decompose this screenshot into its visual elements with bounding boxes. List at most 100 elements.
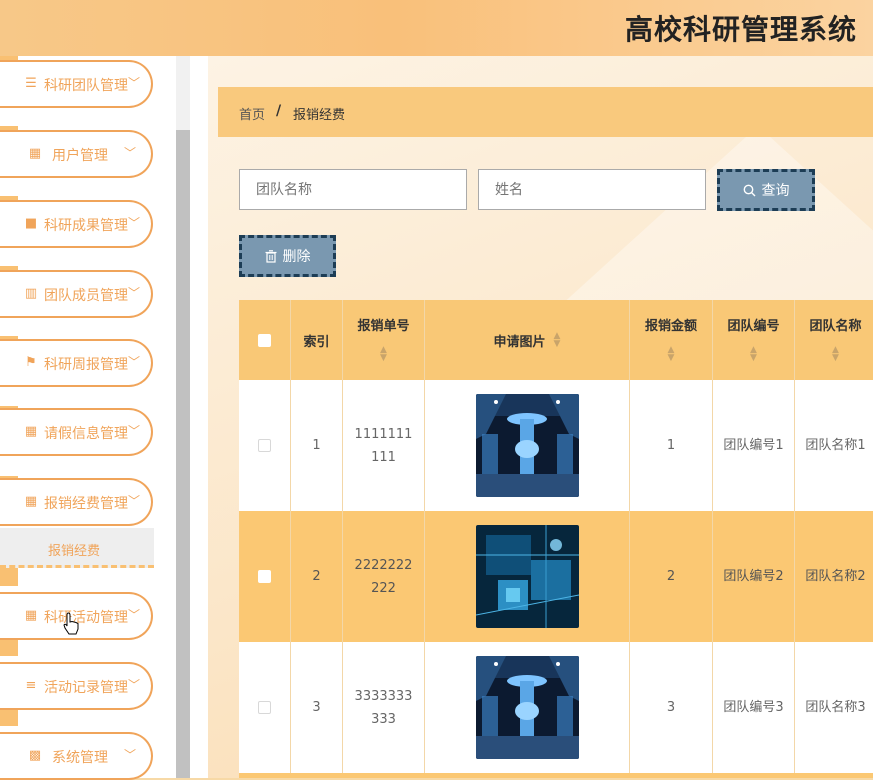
team-name-value: 团队名称3 [805,700,866,715]
sidebar-scrollbar-thumb[interactable] [176,130,190,778]
sidebar-item-weekly-report-management[interactable]: ⚑ 科研周报管理 ﹀ [0,339,153,387]
application-image[interactable] [475,656,579,759]
team-no-value: 团队编号3 [723,700,784,715]
sidebar-item-label: 科研成果管理 [44,218,128,234]
sidebar-item-label: 请假信息管理 [44,426,128,442]
number-cell: 1111111111 [343,380,425,511]
sidebar-item-reimbursement-management[interactable]: ▦ 报销经费管理 ﹀ [0,478,153,526]
sliders-icon: ☰ [25,76,37,91]
number-value: 3333333333 [354,688,413,727]
sidebar-item-user-management[interactable]: ▦ 用户管理 ﹀ [0,130,153,178]
select-all-checkbox[interactable] [258,333,271,347]
grid-icon: ▦ [24,424,38,439]
amount-cell: 3 [630,642,713,773]
sort-icon: ▲ ▼ [750,345,757,363]
chevron-down-icon: ﹀ [128,424,141,438]
row-select-cell [239,642,291,773]
sidebar-item-label: 科研团队管理 [44,78,128,94]
sidebar-item-label: 科研活动管理 [44,610,128,626]
sidebar-subitem-label: 报销经费 [48,544,101,559]
column-header-label: 报销单号 [357,319,410,334]
delete-button[interactable]: 删除 [239,235,336,277]
row-select-cell [239,380,291,511]
application-image[interactable] [475,394,579,497]
team-no-cell: 团队编号3 [713,642,795,773]
search-button-label: 查询 [761,183,790,199]
sort-icon: ▲ ▼ [380,345,387,363]
chevron-down-icon: ﹀ [128,76,141,90]
search-button[interactable]: 查询 [717,169,815,211]
column-header-team-name[interactable]: 团队名称 ▲ ▼ [795,300,873,380]
team-name-cell: 团队名称3 [795,642,873,773]
number-value: 2222222222 [354,557,413,596]
team-no-cell: 团队编号2 [713,511,795,642]
column-header-label: 申请图片 [493,334,546,350]
sidebar-item-system-management[interactable]: ▩ 系统管理 ﹀ [0,732,153,780]
index-cell: 1 [291,380,343,511]
column-header-label: 团队编号 [727,319,780,334]
number-cell: 2222222222 [343,511,425,642]
table-row-partial [239,773,873,778]
column-header-label: 报销金额 [644,319,697,334]
column-header-team-no[interactable]: 团队编号 ▲ ▼ [713,300,795,380]
sidebar-item-label: 科研周报管理 [44,357,128,373]
apps-icon: ▩ [28,748,42,763]
sidebar-item-label: 活动记录管理 [44,680,128,696]
sidebar-subitem-reimbursement[interactable]: 报销经费 [0,528,154,568]
sort-icon: ▲ ▼ [553,331,561,349]
sidebar-item-label: 系统管理 [52,750,108,766]
sidebar-item-member-management[interactable]: ▥ 团队成员管理 ﹀ [0,270,153,318]
chevron-down-icon: ﹀ [124,146,137,160]
row-select-cell [239,511,291,642]
chevron-down-icon: ﹀ [124,748,137,762]
chevron-down-icon: ﹀ [128,494,141,508]
number-cell: 3333333333 [343,642,425,773]
sidebar-item-achievement-management[interactable]: ■ 科研成果管理 ﹀ [0,200,153,248]
select-all-cell [239,300,291,380]
flag-icon: ⚑ [25,355,37,370]
amount-cell: 1 [630,380,713,511]
sidebar-item-label: 报销经费管理 [44,496,128,512]
breadcrumb-current: 报销经费 [293,108,346,123]
sidebar-item-team-management[interactable]: ☰ 科研团队管理 ﹀ [0,60,153,108]
sidebar-item-leave-management[interactable]: ▦ 请假信息管理 ﹀ [0,408,153,456]
team-name-value: 团队名称2 [805,569,866,584]
chevron-down-icon: ﹀ [128,216,141,230]
column-header-index: 索引 [291,300,343,380]
row-checkbox[interactable] [258,570,271,583]
column-header-amount[interactable]: 报销金额 ▲ ▼ [630,300,713,380]
image-cell [425,642,630,773]
team-name-cell: 团队名称1 [795,380,873,511]
reimbursement-table: 索引 报销单号 ▲ ▼ 申请图片 ▲ ▼ 报销金额 ▲ ▼ 团队编号 ▲ ▼ 团队名称 … [239,300,873,778]
amount-cell: 2 [630,511,713,642]
grid-icon: ▦ [28,146,42,161]
team-name-search-input[interactable] [239,169,467,210]
application-image[interactable] [475,525,579,628]
sort-icon: ▲ ▼ [667,345,675,363]
briefcase-icon: ■ [24,216,38,231]
content-gutter [190,56,208,778]
breadcrumb-home-link[interactable]: 首页 [239,104,265,123]
row-checkbox[interactable] [258,439,271,452]
sidebar-item-activity-record-management[interactable]: ≡ 活动记录管理 ﹀ [0,662,153,710]
team-no-value: 团队编号2 [723,569,784,584]
index-cell: 2 [291,511,343,642]
column-header-number[interactable]: 报销单号 ▲ ▼ [343,300,425,380]
sort-icon: ▲ ▼ [832,345,839,363]
search-icon [743,184,755,196]
index-cell: 3 [291,642,343,773]
delete-button-label: 删除 [282,249,311,265]
app-title: 高校科研管理系统 [624,13,857,46]
chevron-down-icon: ﹀ [128,678,141,692]
name-search-input[interactable] [478,169,706,210]
background-decoration [538,126,873,326]
top-header: 高校科研管理系统 [0,0,873,56]
breadcrumb-separator: / [276,103,282,119]
row-checkbox[interactable] [258,701,271,714]
list-icon: ≡ [25,678,37,693]
column-header-image[interactable]: 申请图片 ▲ ▼ [425,300,630,380]
image-cell [425,511,630,642]
sidebar-item-label: 团队成员管理 [44,288,128,304]
image-cell [425,380,630,511]
team-no-cell: 团队编号1 [713,380,795,511]
